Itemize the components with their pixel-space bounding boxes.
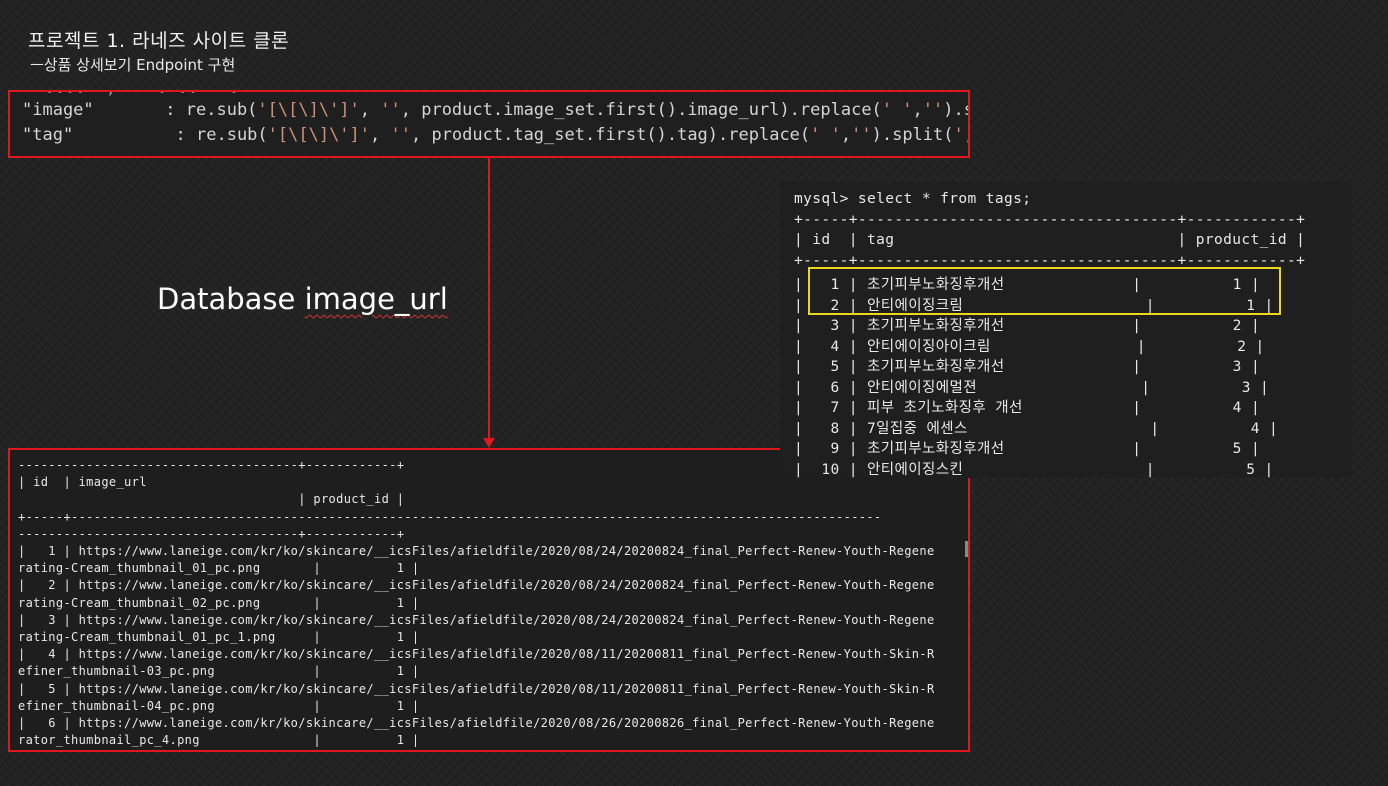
tags-table-line: | 7 | 피부 초기노화징후 개선 | 4 | [794,400,1261,416]
code-text: ).split( [943,100,968,120]
image-table-line: | 3 | https://www.laneige.com/kr/ko/skin… [18,612,935,627]
connector-arrowhead-icon [483,438,495,448]
highlight-box-product-1-tags [808,267,1281,315]
code-snippet-box: .... , . .. . "image" : re.sub('[\[\]\']… [8,90,970,158]
tags-table-line: +-----+---------------------------------… [794,212,1306,228]
image-table-line: rating-Cream_thumbnail_02_pc.png | 1 | [18,595,420,610]
tags-table-line: | 6 | 안티에이징에멀젼 | 3 | [794,380,1270,396]
tags-table-line: | 5 | 초기피부노화징후개선 | 3 | [794,359,1261,375]
code-text: , product.image_set.first().image_url).r… [400,100,882,120]
image-table-line: +-----+---------------------------------… [18,509,882,524]
tags-table-line: | id | tag | product_id | [794,232,1306,248]
tags-table-line: | 10 | 안티에이징스킨 | 5 | [794,462,1274,478]
code-text: , [912,100,923,120]
image-table-line: | id | image_url [18,475,147,490]
image-table-line: rating-Cream_thumbnail_01_pc.png | 1 | [18,561,420,576]
image-table-line: -------------------------------------+--… [18,526,405,541]
image-table-line: | 4 | https://www.laneige.com/kr/ko/skin… [18,647,935,662]
code-cut-line: .... , . .. . [24,92,238,98]
code-text: ).split( [871,125,954,145]
mysql-prompt: mysql> select * from tags; [794,191,1032,207]
code-key: "image" [22,100,94,120]
tags-terminal-panel: mysql> select * from tags; +-----+-------… [780,182,1352,478]
db-label-underlined: image_url [304,282,448,316]
slide-title: 프로젝트 1. 라네즈 사이트 클론 [28,30,290,52]
code-string: '[\[\]\']' [257,100,360,120]
connector-line [488,158,490,440]
image-table-line: efiner_thumbnail-03_pc.png | 1 | [18,664,420,679]
code-string: '' [851,125,872,145]
code-string: ',' [953,125,969,145]
image-table-line: efiner_thumbnail-04_pc.png | 1 | [18,698,420,713]
code-text: , [359,100,381,120]
code-line-image: "image" : re.sub('[\[\]\']', '', product… [22,100,968,120]
scrollbar-thumb[interactable] [965,541,968,557]
code-string: '' [380,100,401,120]
image-table-line: rator_thumbnail_pc_4.png | 1 | [18,733,420,748]
image-table-line: rating-Cream_thumbnail_01_pc_1.png | 1 | [18,630,420,644]
image-table-line: | product_id | [18,492,405,507]
db-label-prefix: Database [157,282,305,316]
code-text: : re.sub( [73,125,268,145]
image-table-line: | 5 | https://www.laneige.com/kr/ko/skin… [18,681,935,696]
image-table-line: | 6 | https://www.laneige.com/kr/ko/skin… [18,716,935,730]
code-line-tag: "tag" : re.sub('[\[\]\']', '', product.t… [22,125,969,145]
code-text: , product.tag_set.first().tag).replace( [410,125,811,145]
image-table-line: -------------------------------------+--… [18,458,405,472]
image-url-table-output: -------------------------------------+--… [8,448,970,752]
code-key: "tag" [22,125,74,145]
image-table-line: | 1 | https://www.laneige.com/kr/ko/skin… [18,544,935,558]
tags-table-line: | 9 | 초기피부노화징후개선 | 5 | [794,441,1261,457]
code-string: '' [922,100,944,120]
code-string: ' ' [881,100,913,120]
tags-table-line: | 4 | 안티에이징아이크림 | 2 | [794,339,1265,355]
code-string: '[\[\]\']' [267,125,371,145]
code-string: ' ' [810,125,841,145]
tags-table-line: | 3 | 초기피부노화징후개선 | 2 | [794,318,1261,334]
tags-table-line: | 8 | 7일집중 에센스 | 4 | [794,421,1279,437]
image-table-line: | 2 | https://www.laneige.com/kr/ko/skin… [18,578,935,593]
code-text: , [370,125,391,145]
database-image-url-label: Database image_url [157,282,448,316]
code-text: : re.sub( [93,100,258,120]
code-string: '' [390,125,411,145]
slide-subtitle: ㅡ상품 상세보기 Endpoint 구현 [30,56,236,74]
code-text: , [840,125,852,145]
